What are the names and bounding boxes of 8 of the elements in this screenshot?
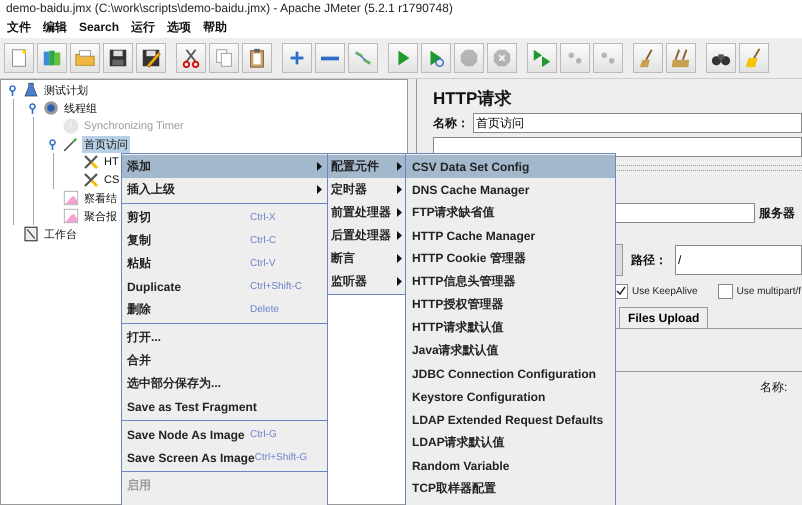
checkbox-label: Use multipart/f — [736, 286, 802, 296]
checkbox-label: Use KeepAlive — [632, 286, 698, 296]
column-header: 名称: — [760, 380, 788, 394]
field-label: 名称： — [433, 114, 469, 132]
panel-title: HTTP请求 — [433, 88, 512, 110]
field-label: 路径： — [631, 252, 667, 268]
field-label: 服务器 — [759, 204, 795, 222]
window-title: demo-baidu.jmx (C:\work\scripts\demo-baidu.jmx) - Apache JMeter (5.2.1 r1790748) — [6, 1, 453, 15]
